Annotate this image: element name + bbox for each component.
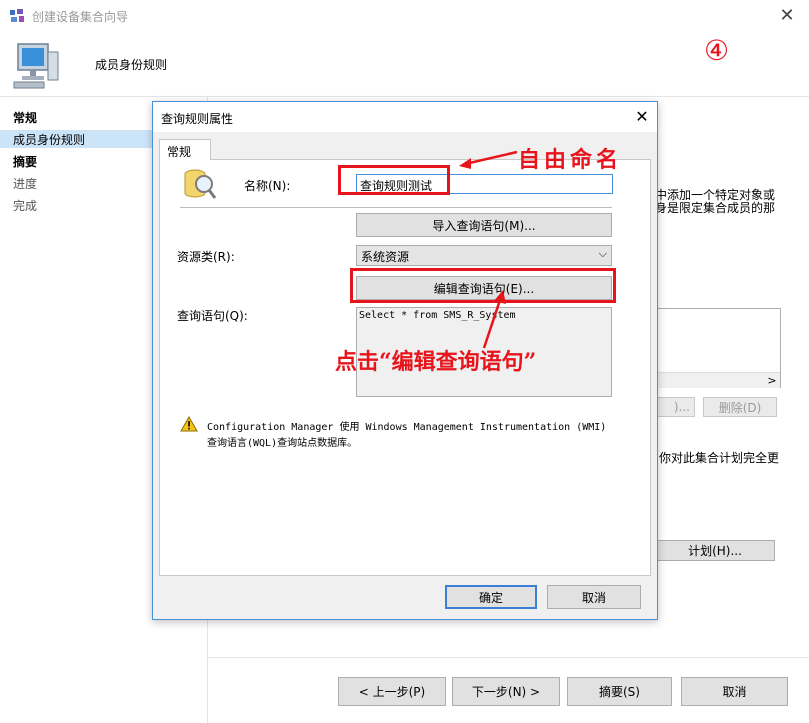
- query-rule-icon: [184, 169, 217, 199]
- wizard-header: 成员身份规则 ④: [0, 32, 809, 96]
- tab-general[interactable]: 常规: [159, 139, 211, 160]
- name-label: 名称(N):: [244, 179, 291, 193]
- arrow-to-edit-icon: [482, 290, 506, 349]
- info-text-line1: Configuration Manager 使用 Windows Managem…: [207, 422, 607, 433]
- query-statement-label: 查询语句(Q):: [177, 309, 248, 323]
- wizard-title-bar: 创建设备集合向导 ✕: [0, 0, 809, 32]
- wizard-title: 创建设备集合向导: [32, 10, 129, 24]
- scroll-right-icon[interactable]: >: [764, 373, 780, 389]
- wizard-cancel-button[interactable]: 取消: [681, 677, 788, 706]
- nav-item-complete: 完成: [13, 199, 38, 213]
- name-highlight-box: [338, 165, 450, 195]
- step-badge: ④: [704, 34, 730, 67]
- bg-schedule-button[interactable]: 计划(H)...: [655, 540, 775, 561]
- tab-general-label: 常规: [167, 145, 192, 159]
- arrow-to-name-icon: [459, 150, 518, 169]
- bg-description-3: 你对此集合计划完全更: [659, 451, 780, 465]
- nav-item-membership-active[interactable]: 成员身份规则: [0, 130, 152, 148]
- import-query-button[interactable]: 导入查询语句(M)...: [356, 213, 612, 237]
- resource-class-label: 资源类(R):: [177, 250, 235, 264]
- bg-rules-hscrollbar[interactable]: >: [656, 372, 780, 388]
- nav-item-membership-label: 成员身份规则: [13, 133, 86, 147]
- name-divider: [180, 207, 612, 208]
- prev-button[interactable]: < 上一步(P): [338, 677, 446, 706]
- info-text-line2: 查询语言(WQL)查询站点数据库。: [207, 438, 358, 449]
- nav-item-summary[interactable]: 摘要: [13, 153, 37, 170]
- nav-item-general[interactable]: 常规: [13, 109, 37, 126]
- footer-divider: [208, 657, 809, 658]
- bg-rules-list[interactable]: >: [655, 308, 781, 388]
- warning-icon: [180, 416, 198, 432]
- resource-class-value: 系统资源: [361, 250, 410, 264]
- chevron-down-icon: ⌵: [598, 247, 607, 260]
- bg-delete-button: 删除(D): [703, 397, 777, 417]
- bg-partial-button: )...: [655, 397, 695, 417]
- next-button[interactable]: 下一步(N) >: [452, 677, 560, 706]
- edit-annotation: 点击“编辑查询语句”: [335, 349, 537, 375]
- wizard-app-icon: [10, 9, 24, 22]
- bg-description-2: 身是限定集合成员的那: [655, 201, 776, 215]
- nav-item-progress: 进度: [13, 177, 38, 191]
- summary-button[interactable]: 摘要(S): [567, 677, 672, 706]
- dialog-cancel-button[interactable]: 取消: [547, 585, 641, 609]
- name-annotation: 自由命名: [518, 147, 623, 173]
- dialog-close-icon[interactable]: ✕: [631, 106, 653, 128]
- computer-icon: [13, 43, 59, 89]
- header-title: 成员身份规则: [95, 58, 168, 72]
- dialog-title-bar: 查询规则属性 ✕: [153, 102, 657, 132]
- wizard-close-icon[interactable]: ✕: [775, 4, 799, 28]
- ok-button[interactable]: 确定: [445, 585, 537, 609]
- resource-class-select[interactable]: 系统资源 ⌵: [356, 245, 612, 266]
- dialog-title: 查询规则属性: [161, 112, 234, 126]
